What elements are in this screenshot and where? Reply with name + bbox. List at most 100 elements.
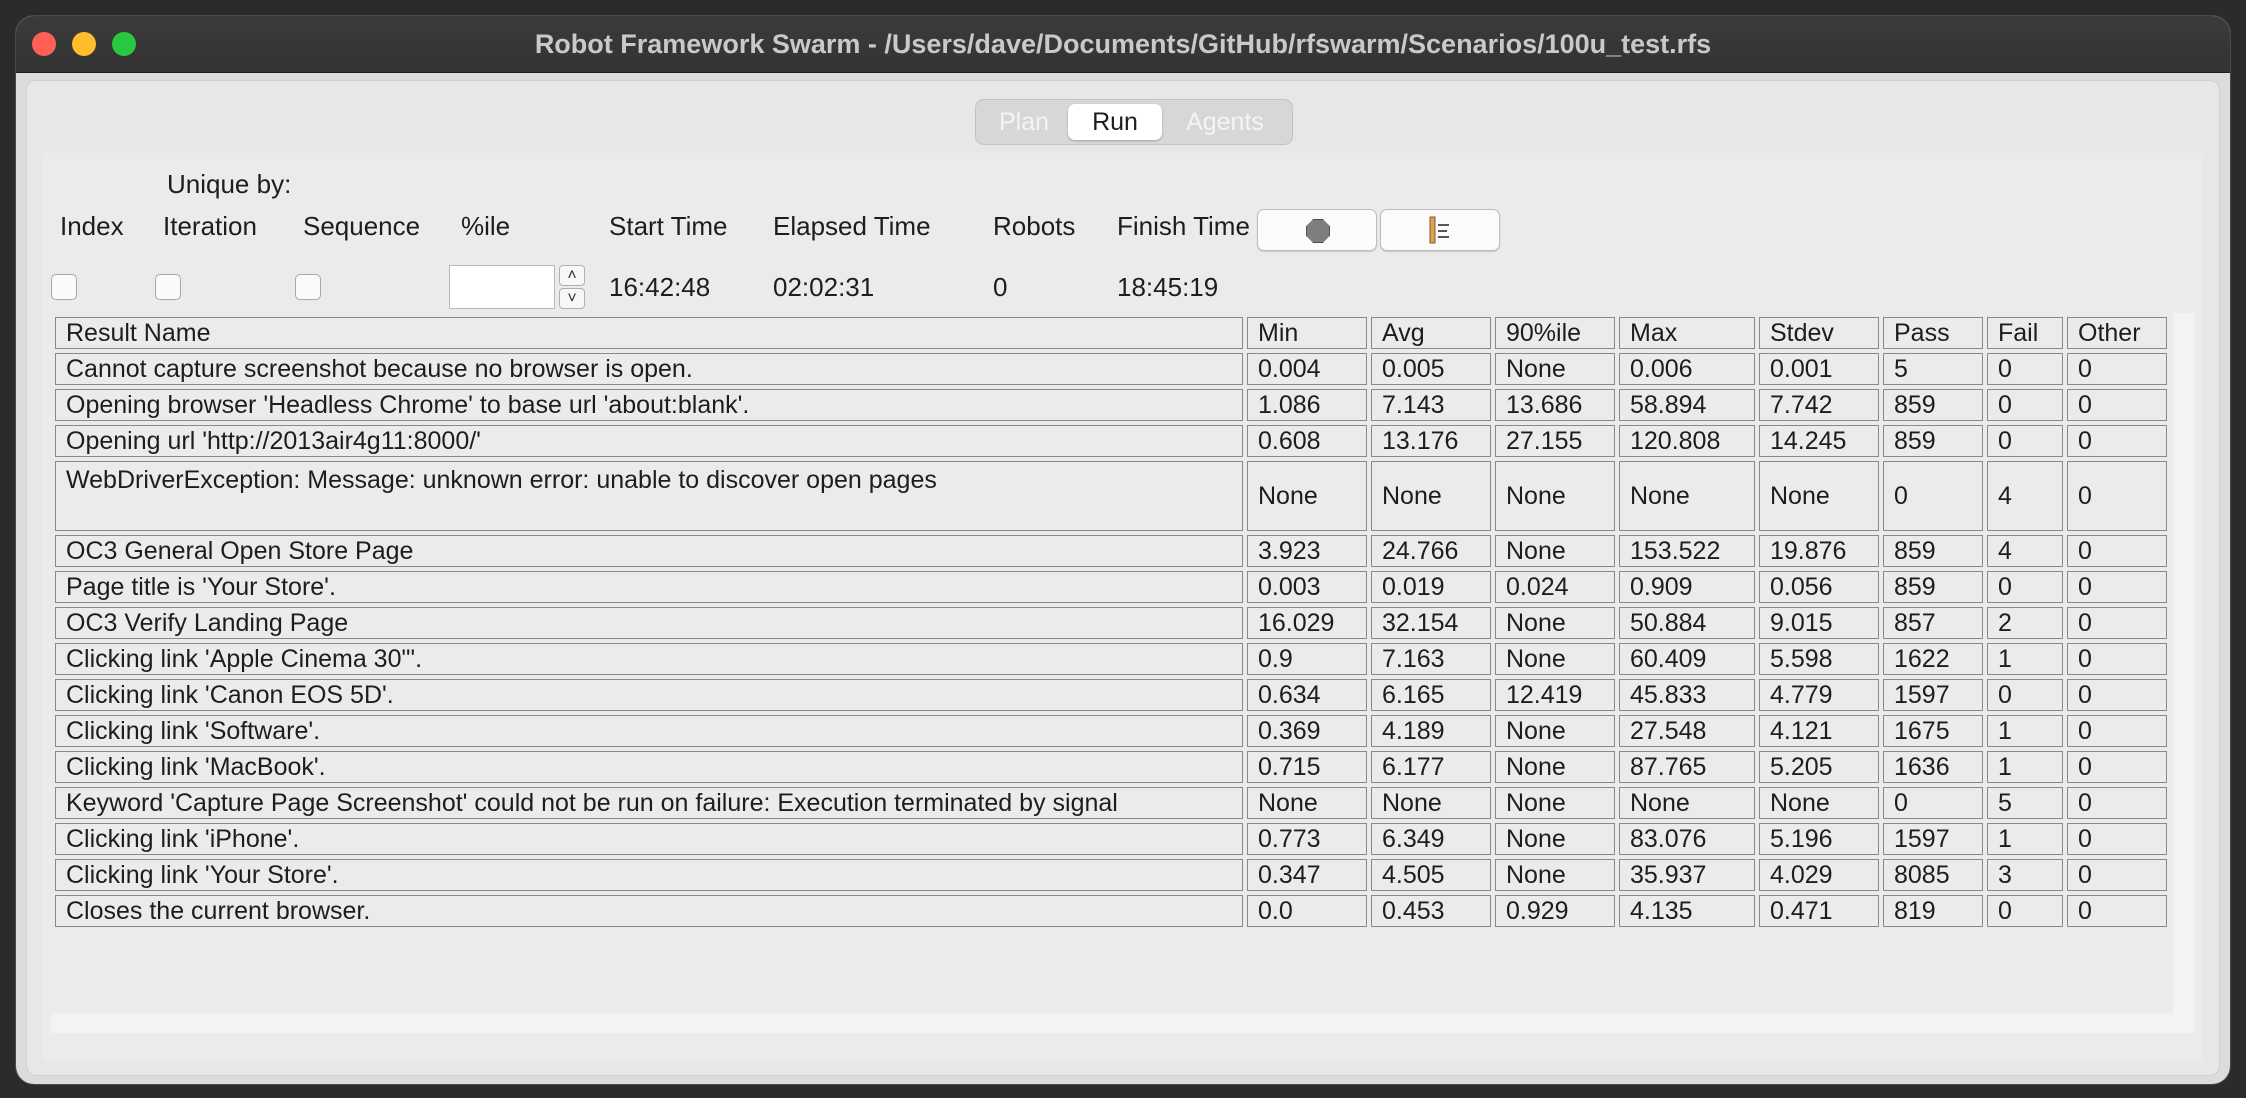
table-cell: 5 <box>1987 787 2063 819</box>
result-name-cell: Clicking link 'Apple Cinema 30"'. <box>55 643 1243 675</box>
elapsed-time-value: 02:02:31 <box>773 272 875 302</box>
column-header[interactable]: Max <box>1619 317 1755 349</box>
table-row[interactable]: Clicking link 'Apple Cinema 30"'. 0.9 7.16… <box>55 643 2167 675</box>
table-cell: 0 <box>1987 679 2063 711</box>
table-cell: 4.121 <box>1759 715 1879 747</box>
table-cell: 0.909 <box>1619 571 1755 603</box>
table-cell: 9.015 <box>1759 607 1879 639</box>
table-cell: 13.686 <box>1495 389 1615 421</box>
table-row[interactable]: WebDriverException: Message: unknown err… <box>55 461 2167 531</box>
column-header[interactable]: Other <box>2067 317 2167 349</box>
result-name-cell: Clicking link 'MacBook'. <box>55 751 1243 783</box>
table-row[interactable]: Closes the current browser. 0.0 0.453 0.929… <box>55 895 2167 927</box>
table-cell: 0.005 <box>1371 353 1491 385</box>
table-cell: None <box>1495 787 1615 819</box>
table-cell: 4 <box>1987 461 2063 531</box>
table-header-row: Result Name Min Avg 90%ile Max Stdev Pas… <box>55 317 2167 349</box>
table-cell: 0.608 <box>1247 425 1367 457</box>
table-row[interactable]: Cannot capture screenshot because no bro… <box>55 353 2167 385</box>
column-header[interactable]: Result Name <box>55 317 1243 349</box>
iteration-checkbox[interactable] <box>155 274 181 300</box>
table-cell: None <box>1495 607 1615 639</box>
tab-agents[interactable]: Agents <box>1170 104 1280 140</box>
tab-run[interactable]: Run <box>1068 104 1162 140</box>
table-cell: 0.347 <box>1247 859 1367 891</box>
result-name-cell: Clicking link 'Your Store'. <box>55 859 1243 891</box>
table-cell: 859 <box>1883 535 1983 567</box>
table-cell: 5.205 <box>1759 751 1879 783</box>
column-header[interactable]: 90%ile <box>1495 317 1615 349</box>
table-row[interactable]: OC3 Verify Landing Page 16.029 32.154 None 5… <box>55 607 2167 639</box>
table-cell: 14.245 <box>1759 425 1879 457</box>
chevron-down-icon[interactable]: ˅ <box>559 288 585 309</box>
app-window: Robot Framework Swarm - /Users/dave/Docu… <box>16 16 2230 1084</box>
table-cell: 32.154 <box>1371 607 1491 639</box>
result-name-cell: Closes the current browser. <box>55 895 1243 927</box>
percentile-input[interactable] <box>449 265 555 309</box>
finish-time-value: 18:45:19 <box>1117 272 1219 302</box>
report-button[interactable] <box>1380 209 1500 251</box>
table-cell: 1 <box>1987 643 2063 675</box>
column-header[interactable]: Avg <box>1371 317 1491 349</box>
table-cell: 0.9 <box>1247 643 1367 675</box>
table-row[interactable]: Opening browser 'Headless Chrome' to bas… <box>55 389 2167 421</box>
table-cell: 4.505 <box>1371 859 1491 891</box>
table-cell: 45.833 <box>1619 679 1755 711</box>
vertical-scrollbar[interactable] <box>2173 313 2195 1033</box>
table-row[interactable]: OC3 General Open Store Page 3.923 24.766 No… <box>55 535 2167 567</box>
table-row[interactable]: Clicking link 'Software'. 0.369 4.189 None 2… <box>55 715 2167 747</box>
stop-button[interactable] <box>1257 209 1377 251</box>
table-cell: 6.177 <box>1371 751 1491 783</box>
table-row[interactable]: Page title is 'Your Store'. 0.003 0.019 0.0… <box>55 571 2167 603</box>
index-checkbox[interactable] <box>51 274 77 300</box>
table-cell: 153.522 <box>1619 535 1755 567</box>
table-cell: None <box>1495 715 1615 747</box>
finish-time-label: Finish Time <box>1117 211 1250 241</box>
table-cell: 1636 <box>1883 751 1983 783</box>
column-header[interactable]: Min <box>1247 317 1367 349</box>
result-name-cell: OC3 Verify Landing Page <box>55 607 1243 639</box>
table-cell: None <box>1495 535 1615 567</box>
table-cell: 50.884 <box>1619 607 1755 639</box>
table-cell: 0 <box>1883 461 1983 531</box>
table-cell: None <box>1759 787 1879 819</box>
table-cell: 1597 <box>1883 823 1983 855</box>
table-cell: 4 <box>1987 535 2063 567</box>
column-header[interactable]: Stdev <box>1759 317 1879 349</box>
table-cell: None <box>1371 461 1491 531</box>
table-cell: None <box>1495 859 1615 891</box>
column-header[interactable]: Fail <box>1987 317 2063 349</box>
result-name-cell: Page title is 'Your Store'. <box>55 571 1243 603</box>
table-row[interactable]: Clicking link 'Canon EOS 5D'. 0.634 6.165 1… <box>55 679 2167 711</box>
percentile-label: %ile <box>461 211 511 241</box>
table-cell: 3 <box>1987 859 2063 891</box>
table-cell: 0.056 <box>1759 571 1879 603</box>
table-cell: None <box>1759 461 1879 531</box>
robots-value: 0 <box>993 272 1008 302</box>
table-row[interactable]: Clicking link 'iPhone'. 0.773 6.349 None 83.… <box>55 823 2167 855</box>
result-name-cell: Opening browser 'Headless Chrome' to bas… <box>55 389 1243 421</box>
percentile-stepper[interactable]: ˄ ˅ <box>559 265 585 309</box>
table-cell: 0 <box>2067 425 2167 457</box>
column-header[interactable]: Pass <box>1883 317 1983 349</box>
result-name-cell: Opening url 'http://2013air4g11:8000/' <box>55 425 1243 457</box>
table-cell: 0 <box>2067 389 2167 421</box>
table-cell: 1.086 <box>1247 389 1367 421</box>
run-panel: Unique by: Index Iteration Sequence %ile… <box>43 153 2203 1061</box>
table-cell: None <box>1371 787 1491 819</box>
table-row[interactable]: Clicking link 'Your Store'. 0.347 4.505 Non… <box>55 859 2167 891</box>
table-cell: 12.419 <box>1495 679 1615 711</box>
table-cell: 4.779 <box>1759 679 1879 711</box>
tab-bar: Plan Run Agents <box>975 99 1293 145</box>
table-cell: 0.929 <box>1495 895 1615 927</box>
table-cell: 0.0 <box>1247 895 1367 927</box>
results-table-area: Result Name Min Avg 90%ile Max Stdev Pas… <box>51 313 2195 1033</box>
table-row[interactable]: Clicking link 'MacBook'. 0.715 6.177 None 87… <box>55 751 2167 783</box>
sequence-checkbox[interactable] <box>295 274 321 300</box>
table-cell: 7.742 <box>1759 389 1879 421</box>
table-row[interactable]: Opening url 'http://2013air4g11:8000/' 0.… <box>55 425 2167 457</box>
table-cell: 4.135 <box>1619 895 1755 927</box>
table-row[interactable]: Keyword 'Capture Page Screenshot' could … <box>55 787 2167 819</box>
chevron-up-icon[interactable]: ˄ <box>559 265 585 286</box>
tab-plan[interactable]: Plan <box>984 104 1064 140</box>
